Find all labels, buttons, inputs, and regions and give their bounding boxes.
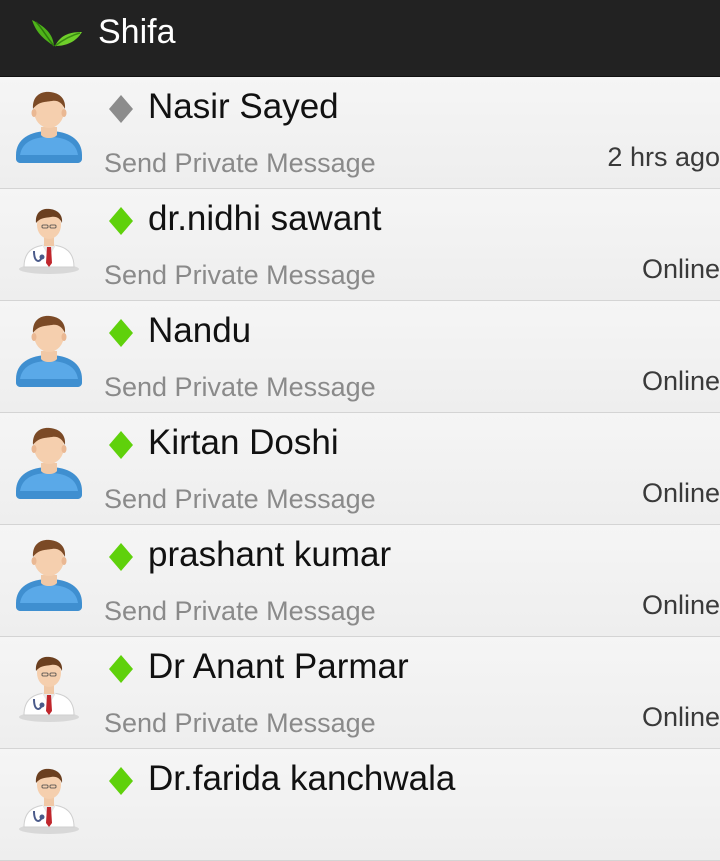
doctor-avatar-icon [14, 645, 84, 723]
contact-name: Dr.farida kanchwala [148, 759, 456, 798]
contact-row[interactable]: Dr.farida kanchwala [0, 749, 720, 861]
patient-avatar-icon [14, 533, 84, 611]
contact-name: Nandu [148, 311, 252, 350]
patient-avatar-icon [14, 85, 84, 163]
contact-row[interactable]: Dr Anant Parmar Send Private Message Onlin… [0, 637, 720, 749]
send-private-message-link[interactable]: Send Private Message [104, 482, 376, 516]
patient-avatar-icon [14, 421, 84, 499]
contact-status: Online [641, 366, 720, 396]
patient-avatar-icon [14, 309, 84, 387]
presence-online-icon [108, 542, 134, 572]
contact-status: Online [641, 702, 720, 732]
contact-name: dr.nidhi sawant [148, 199, 382, 238]
send-private-message-link[interactable]: Send Private Message [104, 370, 376, 404]
presence-online-icon [108, 430, 134, 460]
contact-list: Nasir Sayed Send Private Message 2 hrs ago… [0, 77, 720, 861]
send-private-message-link[interactable]: Send Private Message [104, 594, 376, 628]
leaf-logo-icon[interactable] [24, 6, 84, 50]
send-private-message-link[interactable]: Send Private Message [104, 258, 376, 292]
contact-status: 2 hrs ago [607, 142, 720, 172]
app-bar: Shifa [0, 0, 720, 77]
presence-online-icon [108, 318, 134, 348]
contact-row[interactable]: Nasir Sayed Send Private Message 2 hrs ago [0, 77, 720, 189]
contact-name: prashant kumar [148, 535, 392, 574]
contact-status: Online [641, 590, 720, 620]
presence-online-icon [108, 206, 134, 236]
doctor-avatar-icon [14, 197, 84, 275]
contact-row[interactable]: dr.nidhi sawant Send Private Message Onlin… [0, 189, 720, 301]
contact-status: Online [641, 478, 720, 508]
contact-row[interactable]: Nandu Send Private Message Online [0, 301, 720, 413]
send-private-message-link[interactable]: Send Private Message [104, 706, 376, 740]
presence-offline-icon [108, 94, 134, 124]
contact-name: Nasir Sayed [148, 87, 339, 126]
presence-online-icon [108, 654, 134, 684]
send-private-message-link[interactable]: Send Private Message [104, 146, 376, 180]
doctor-avatar-icon [14, 757, 84, 835]
contact-name: Dr Anant Parmar [148, 647, 409, 686]
contact-name: Kirtan Doshi [148, 423, 339, 462]
contact-status: Online [641, 254, 720, 284]
app-title: Shifa [98, 13, 176, 51]
contact-row[interactable]: Kirtan Doshi Send Private Message Online [0, 413, 720, 525]
presence-online-icon [108, 766, 134, 796]
contact-row[interactable]: prashant kumar Send Private Message Online [0, 525, 720, 637]
